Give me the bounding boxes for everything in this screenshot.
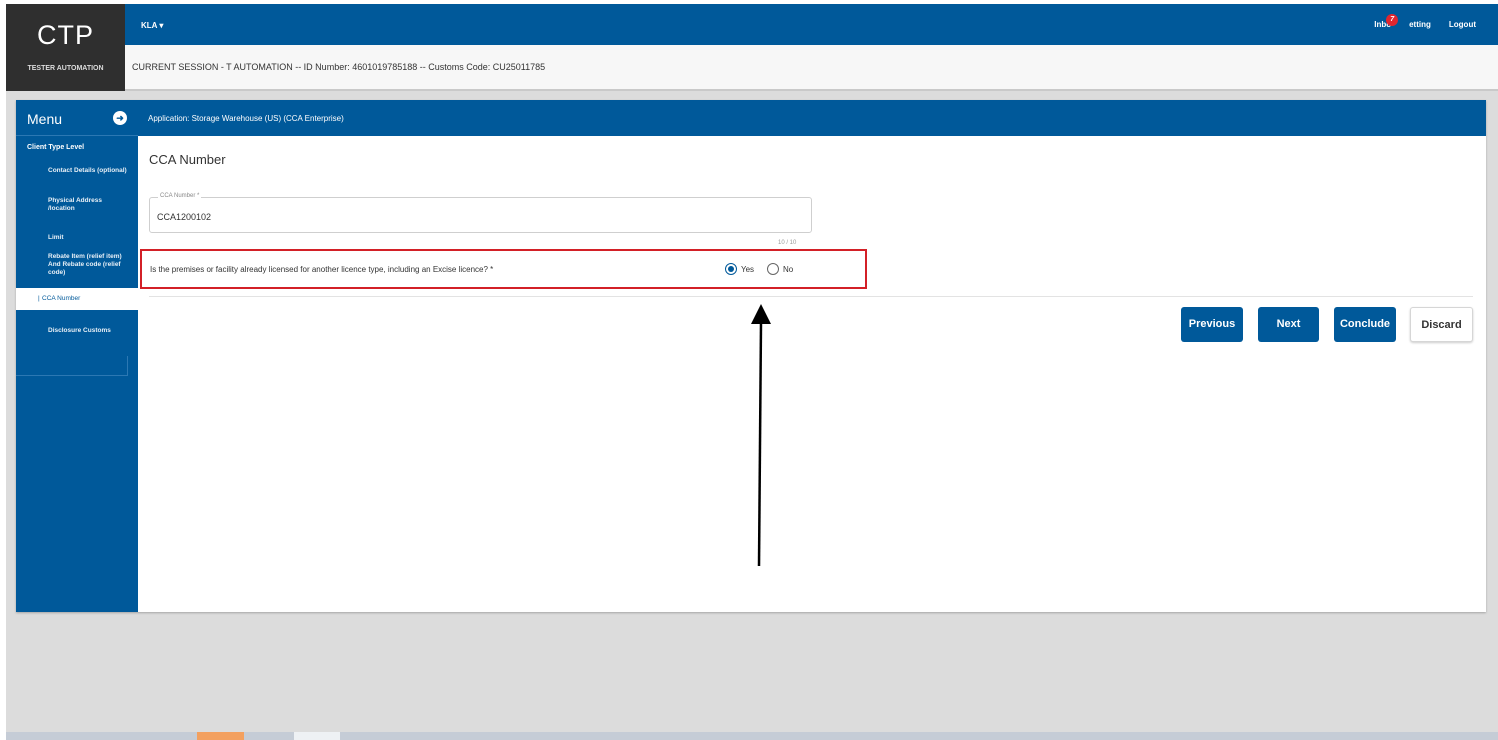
inbox-link[interactable]: Inbo 7 <box>1374 14 1399 29</box>
application-header: Application: Storage Warehouse (US) (CCA… <box>138 100 1486 136</box>
chevron-down-icon: ▾ <box>159 21 164 30</box>
sidebar-divider <box>16 356 128 376</box>
taskbar-item[interactable] <box>197 732 244 740</box>
radio-unchecked-icon <box>767 263 779 275</box>
top-links: Inbo 7 etting Logout <box>1374 14 1476 29</box>
logged-in-user: TESTER AUTOMATION <box>27 65 104 72</box>
logout-link[interactable]: Logout <box>1449 20 1476 29</box>
top-bar: KLA ▾ Inbo 7 etting Logout <box>125 4 1498 45</box>
page-title: CCA Number <box>149 152 226 167</box>
discard-button[interactable]: Discard <box>1410 307 1473 342</box>
licence-question-row: Is the premises or facility already lice… <box>140 249 867 289</box>
sidebar: Menu ➜ Client Type Level Contact Details… <box>16 100 138 612</box>
circle-arrow-icon[interactable]: ➜ <box>113 111 127 125</box>
brand-logo: CTP TESTER AUTOMATION <box>6 4 125 91</box>
brand-title: CTP <box>37 20 94 50</box>
cca-number-field[interactable]: CCA Number * <box>149 193 812 233</box>
sidebar-item-cca-number[interactable]: | CCA Number <box>16 288 138 310</box>
sidebar-item-label: CCA Number <box>42 295 81 302</box>
next-button[interactable]: Next <box>1258 307 1319 342</box>
sidebar-item-contact-details[interactable]: Contact Details (optional) <box>48 167 130 175</box>
conclude-button[interactable]: Conclude <box>1334 307 1396 342</box>
inbox-count-badge: 7 <box>1386 14 1399 26</box>
licence-question: Is the premises or facility already lice… <box>150 265 494 274</box>
character-counter: 10 / 10 <box>778 240 797 246</box>
previous-button[interactable]: Previous <box>1181 307 1243 342</box>
sidebar-item-physical-address[interactable]: Physical Address /location <box>48 197 130 213</box>
role-label: KLA <box>141 21 158 30</box>
sidebar-item-limit[interactable]: Limit <box>48 234 130 242</box>
radio-no[interactable]: No <box>767 263 793 275</box>
cca-number-input[interactable] <box>157 212 757 222</box>
application-title: Application: Storage Warehouse (US) (CCA… <box>148 114 344 123</box>
divider <box>149 296 1473 297</box>
sidebar-item-disclosure-customs[interactable]: Disclosure Customs <box>48 327 130 335</box>
session-bar: CURRENT SESSION - T AUTOMATION -- ID Num… <box>125 45 1498 91</box>
active-marker-icon: | <box>38 295 40 302</box>
role-dropdown[interactable]: KLA ▾ <box>141 21 163 30</box>
radio-yes-label: Yes <box>741 264 755 274</box>
session-info: CURRENT SESSION - T AUTOMATION -- ID Num… <box>132 62 546 72</box>
settings-link[interactable]: etting <box>1409 20 1431 29</box>
radio-no-label: No <box>783 264 794 274</box>
radio-yes[interactable]: Yes <box>725 263 754 275</box>
sidebar-item-rebate-item[interactable]: Rebate Item (relief item) And Rebate cod… <box>48 253 130 277</box>
sidebar-group-client-type-level[interactable]: Client Type Level <box>27 144 84 151</box>
taskbar-item[interactable] <box>294 732 340 740</box>
cca-number-label: CCA Number * <box>158 193 202 199</box>
menu-header: Menu ➜ <box>16 100 138 136</box>
menu-title: Menu <box>27 111 63 127</box>
radio-checked-icon <box>725 263 737 275</box>
annotation-arrow-icon <box>751 304 771 567</box>
